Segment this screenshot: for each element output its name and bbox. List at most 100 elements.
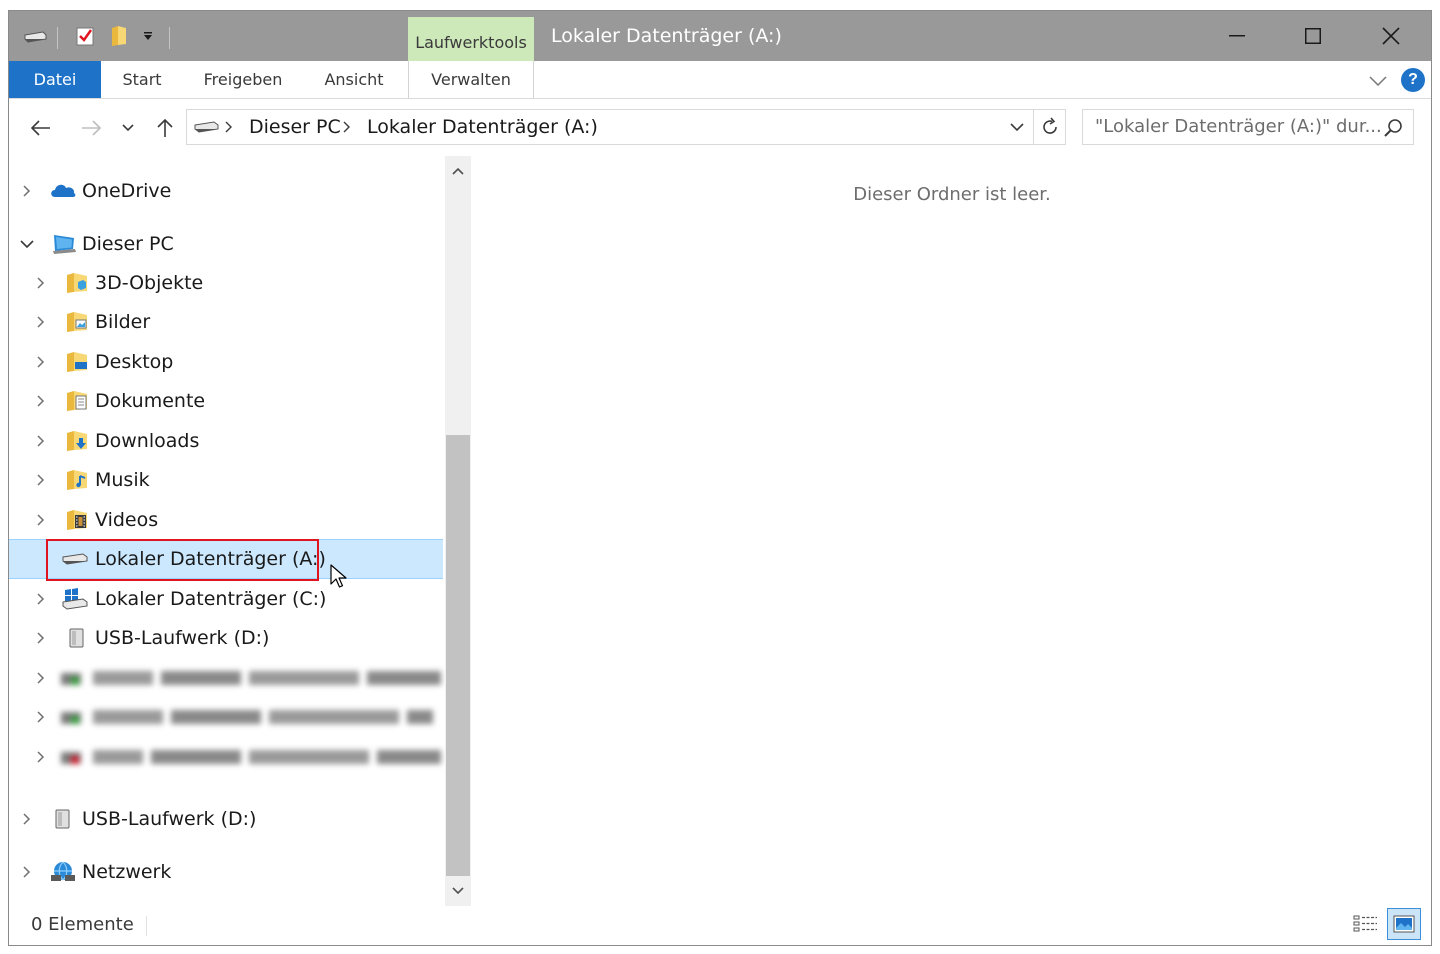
chevron-right-icon[interactable] — [31, 739, 51, 775]
chevron-right-icon[interactable] — [31, 344, 51, 380]
close-icon — [1382, 27, 1400, 45]
redacted-label-icon — [61, 671, 441, 685]
tree-item-videos[interactable]: Videos — [9, 502, 443, 538]
search-placeholder[interactable]: "Lokaler Datenträger (A:)" dur... — [1095, 110, 1382, 144]
chevron-right-icon[interactable] — [17, 854, 37, 890]
redacted-label-icon — [61, 750, 441, 764]
breadcrumb-dieser-pc[interactable]: Dieser PC — [249, 110, 341, 144]
tab-verwalten[interactable]: Verwalten — [408, 61, 534, 98]
large-icons-view-icon — [1393, 915, 1415, 933]
scrollbar-thumb[interactable] — [446, 435, 470, 876]
tree-item-network-drive-redacted[interactable] — [9, 660, 443, 696]
breadcrumb-separator-icon[interactable] — [225, 110, 233, 144]
windows-drive-icon — [61, 588, 88, 610]
search-input[interactable]: "Lokaler Datenträger (A:)" dur... — [1082, 109, 1414, 145]
tree-item-bilder[interactable]: Bilder — [9, 304, 443, 340]
tree-item-label: Videos — [95, 509, 159, 531]
chevron-right-icon[interactable] — [17, 801, 37, 837]
empty-folder-message: Dieser Ordner ist leer. — [853, 184, 1051, 205]
address-bar[interactable]: Dieser PC Lokaler Datenträger (A:) — [186, 109, 1066, 145]
scroll-up-button[interactable] — [445, 156, 471, 186]
maximize-icon — [1305, 28, 1321, 44]
details-view-button[interactable] — [1349, 908, 1383, 940]
tree-item-label: Dieser PC — [82, 233, 174, 255]
chevron-right-icon[interactable] — [31, 502, 51, 538]
chevron-right-icon[interactable] — [31, 383, 51, 419]
chevron-right-icon[interactable] — [31, 423, 51, 459]
navigation-pane: OneDrive Dieser PC 3D-Objekte Bilder Des… — [9, 156, 471, 906]
chevron-right-icon[interactable] — [31, 581, 51, 617]
status-bar: 0 Elemente — [9, 906, 1431, 945]
search-icon[interactable] — [1383, 118, 1403, 142]
maximize-button[interactable] — [1275, 11, 1351, 61]
chevron-right-icon[interactable] — [31, 265, 51, 301]
tree-item-network-drive-redacted[interactable] — [9, 699, 443, 735]
usb-drive-icon — [67, 627, 93, 649]
tree-item-usb-d[interactable]: USB-Laufwerk (D:) — [9, 620, 443, 656]
tab-start[interactable]: Start — [109, 61, 175, 98]
window-title: Lokaler Datenträger (A:) — [551, 25, 782, 47]
address-history-dropdown[interactable] — [1005, 110, 1029, 144]
chevron-right-icon[interactable] — [31, 304, 51, 340]
forward-button[interactable] — [75, 110, 107, 146]
chevron-right-icon[interactable] — [31, 660, 51, 696]
expand-ribbon-chevron-icon[interactable] — [1369, 71, 1387, 90]
tree-item-drive-c[interactable]: Lokaler Datenträger (C:) — [9, 581, 443, 617]
navigation-bar: Dieser PC Lokaler Datenträger (A:) "Loka… — [9, 100, 1431, 156]
usb-drive-icon — [53, 808, 79, 830]
up-button[interactable] — [149, 110, 181, 146]
tree-item-dokumente[interactable]: Dokumente — [9, 383, 443, 419]
help-icon[interactable]: ? — [1401, 68, 1425, 92]
tree-item-dieser-pc[interactable]: Dieser PC — [9, 226, 443, 262]
tree-item-downloads[interactable]: Downloads — [9, 423, 443, 459]
minimize-button[interactable] — [1199, 11, 1275, 61]
recent-locations-button[interactable] — [115, 110, 141, 146]
close-button[interactable] — [1353, 11, 1429, 61]
tab-datei[interactable]: Datei — [9, 61, 101, 98]
tree-item-network-drive-redacted[interactable] — [9, 739, 443, 775]
navigation-pane-scrollbar[interactable] — [445, 156, 471, 906]
chevron-right-icon[interactable] — [31, 620, 51, 656]
downloads-folder-icon — [65, 430, 91, 452]
tree-item-label: Dokumente — [95, 390, 206, 412]
redacted-label-icon — [61, 710, 433, 724]
network-icon — [49, 861, 75, 883]
item-count: 0 Elemente — [31, 914, 134, 935]
tree-item-desktop[interactable]: Desktop — [9, 344, 443, 380]
tab-ansicht[interactable]: Ansicht — [315, 61, 393, 98]
context-tab-header: Laufwerktools — [408, 17, 534, 61]
title-bar: Laufwerktools Lokaler Datenträger (A:) — [9, 11, 1431, 61]
tree-item-3d-objekte[interactable]: 3D-Objekte — [9, 265, 443, 301]
videos-folder-icon — [65, 509, 91, 531]
tab-freigeben[interactable]: Freigeben — [195, 61, 291, 98]
customize-toolbar-icon[interactable] — [137, 11, 159, 61]
explorer-window: Laufwerktools Lokaler Datenträger (A:) D… — [8, 10, 1432, 946]
large-icons-view-button[interactable] — [1387, 908, 1421, 940]
breadcrumb-current-drive[interactable]: Lokaler Datenträger (A:) — [367, 110, 598, 144]
back-button[interactable] — [25, 110, 57, 146]
tree-item-usb-d-root[interactable]: USB-Laufwerk (D:) — [9, 801, 443, 837]
refresh-button[interactable] — [1033, 110, 1065, 144]
tree-item-label: Musik — [95, 469, 150, 491]
onedrive-cloud-icon — [49, 180, 76, 202]
tree-item-label: Downloads — [95, 430, 200, 452]
drive-icon[interactable] — [19, 11, 51, 61]
breadcrumb-separator-icon[interactable] — [343, 110, 351, 144]
chevron-down-icon[interactable] — [17, 226, 37, 262]
chevron-right-icon[interactable] — [31, 699, 51, 735]
tree-item-label: USB-Laufwerk (D:) — [95, 627, 270, 649]
details-view-icon — [1353, 915, 1377, 932]
tree-item-musik[interactable]: Musik — [9, 462, 443, 498]
tree-item-netzwerk[interactable]: Netzwerk — [9, 854, 443, 890]
desktop-folder-icon — [65, 351, 91, 373]
chevron-right-icon[interactable] — [31, 462, 51, 498]
highlight-annotation-box — [46, 539, 319, 581]
properties-icon[interactable] — [71, 11, 99, 61]
new-folder-icon[interactable] — [105, 11, 133, 61]
content-pane[interactable]: Dieser Ordner ist leer. — [471, 156, 1431, 906]
chevron-right-icon[interactable] — [17, 173, 37, 209]
up-arrow-icon — [157, 118, 173, 137]
tree-item-onedrive[interactable]: OneDrive — [9, 173, 443, 209]
tree-item-label: USB-Laufwerk (D:) — [82, 808, 257, 830]
scroll-down-button[interactable] — [445, 876, 471, 906]
